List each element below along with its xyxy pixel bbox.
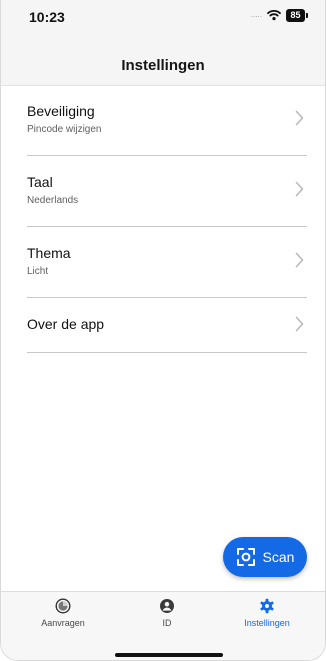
scan-icon (236, 548, 255, 566)
settings-item-title: Taal (27, 174, 53, 190)
nav-label: Aanvragen (41, 618, 85, 628)
nav-tab-id[interactable]: ID (122, 598, 212, 628)
gear-icon (260, 598, 274, 614)
settings-item-subtitle: Pincode wijzigen (27, 124, 102, 135)
settings-item-title: Thema (27, 245, 71, 261)
status-time: 10:23 (29, 9, 65, 25)
chevron-right-icon (295, 110, 304, 126)
app-screen: 10:23 ..... 85 Instellingen Beveiliging … (0, 0, 326, 661)
chevron-right-icon (295, 252, 304, 268)
chevron-right-icon (295, 181, 304, 197)
top-bar: 10:23 ..... 85 Instellingen (1, 0, 325, 86)
status-indicators: ..... 85 (250, 8, 308, 22)
home-indicator (115, 653, 223, 657)
settings-item-language[interactable]: Taal Nederlands (27, 156, 307, 227)
settings-item-about[interactable]: Over de app (27, 298, 307, 353)
nav-tab-settings[interactable]: Instellingen (222, 598, 312, 628)
requests-icon (55, 598, 71, 614)
scan-label: Scan (262, 549, 295, 565)
bottom-nav: Aanvragen ID Instellingen (1, 591, 325, 660)
signal-icon: ..... (250, 10, 262, 19)
scan-button[interactable]: Scan (223, 537, 307, 577)
battery-icon: 85 (286, 8, 308, 22)
settings-list: Beveiliging Pincode wijzigen Taal Nederl… (27, 85, 307, 353)
wifi-icon (267, 10, 281, 21)
settings-item-subtitle: Nederlands (27, 195, 79, 206)
nav-label: Instellingen (244, 618, 290, 628)
page-title: Instellingen (121, 57, 205, 74)
settings-item-title: Over de app (27, 316, 105, 332)
settings-item-security[interactable]: Beveiliging Pincode wijzigen (27, 85, 307, 156)
settings-item-subtitle: Licht (27, 266, 49, 277)
settings-item-title: Beveiliging (27, 103, 95, 119)
user-icon (160, 599, 174, 613)
settings-item-theme[interactable]: Thema Licht (27, 227, 307, 298)
nav-label: ID (162, 618, 172, 628)
nav-tab-requests[interactable]: Aanvragen (18, 598, 108, 628)
chevron-right-icon (295, 316, 304, 332)
